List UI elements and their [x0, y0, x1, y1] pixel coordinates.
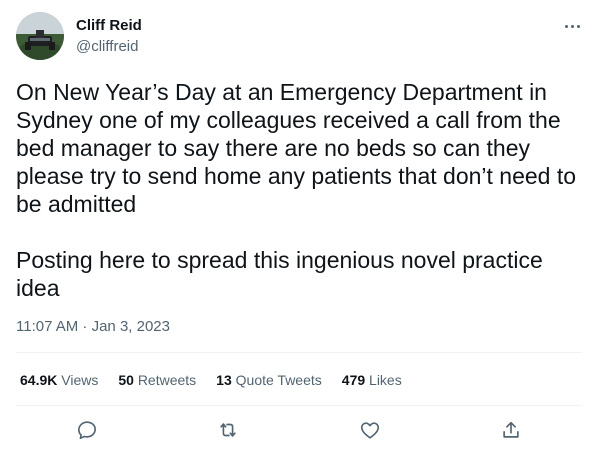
divider-top: [16, 352, 582, 353]
retweet-button[interactable]: [214, 416, 242, 444]
tweet-timestamp[interactable]: 11:07 AM · Jan 3, 2023: [16, 317, 170, 337]
avatar-image: [16, 12, 64, 60]
likes-label: Likes: [369, 372, 402, 388]
quote-tweets-count: 13: [216, 372, 232, 388]
likes-stat[interactable]: 479 Likes: [342, 370, 402, 390]
quote-tweets-label: Quote Tweets: [235, 372, 322, 388]
author-handle[interactable]: @cliffreid: [76, 37, 138, 57]
share-button[interactable]: [497, 416, 525, 444]
views-count: 64.9K: [20, 372, 58, 388]
views-stat[interactable]: 64.9K Views: [20, 370, 98, 390]
retweet-icon: [220, 423, 236, 437]
action-bar: [0, 414, 598, 446]
retweets-count: 50: [118, 372, 134, 388]
reply-icon: [78, 421, 96, 440]
avatar[interactable]: [16, 12, 64, 60]
share-icon: [503, 421, 519, 438]
tweet-text: On New Year’s Day at an Emergency Depart…: [16, 79, 577, 301]
engagement-stats: 64.9K Views 50 Retweets 13 Quote Tweets …: [20, 370, 402, 390]
reply-button[interactable]: [73, 416, 101, 444]
author-name[interactable]: Cliff Reid: [76, 16, 142, 36]
views-label: Views: [61, 372, 99, 388]
retweets-stat[interactable]: 50 Retweets: [118, 370, 196, 390]
heart-icon: [360, 422, 380, 439]
like-button[interactable]: [356, 416, 384, 444]
quote-tweets-stat[interactable]: 13 Quote Tweets: [216, 370, 322, 390]
retweets-label: Retweets: [137, 372, 197, 388]
more-options-icon[interactable]: [558, 14, 586, 38]
likes-count: 479: [341, 372, 366, 388]
divider-bottom: [16, 405, 582, 406]
